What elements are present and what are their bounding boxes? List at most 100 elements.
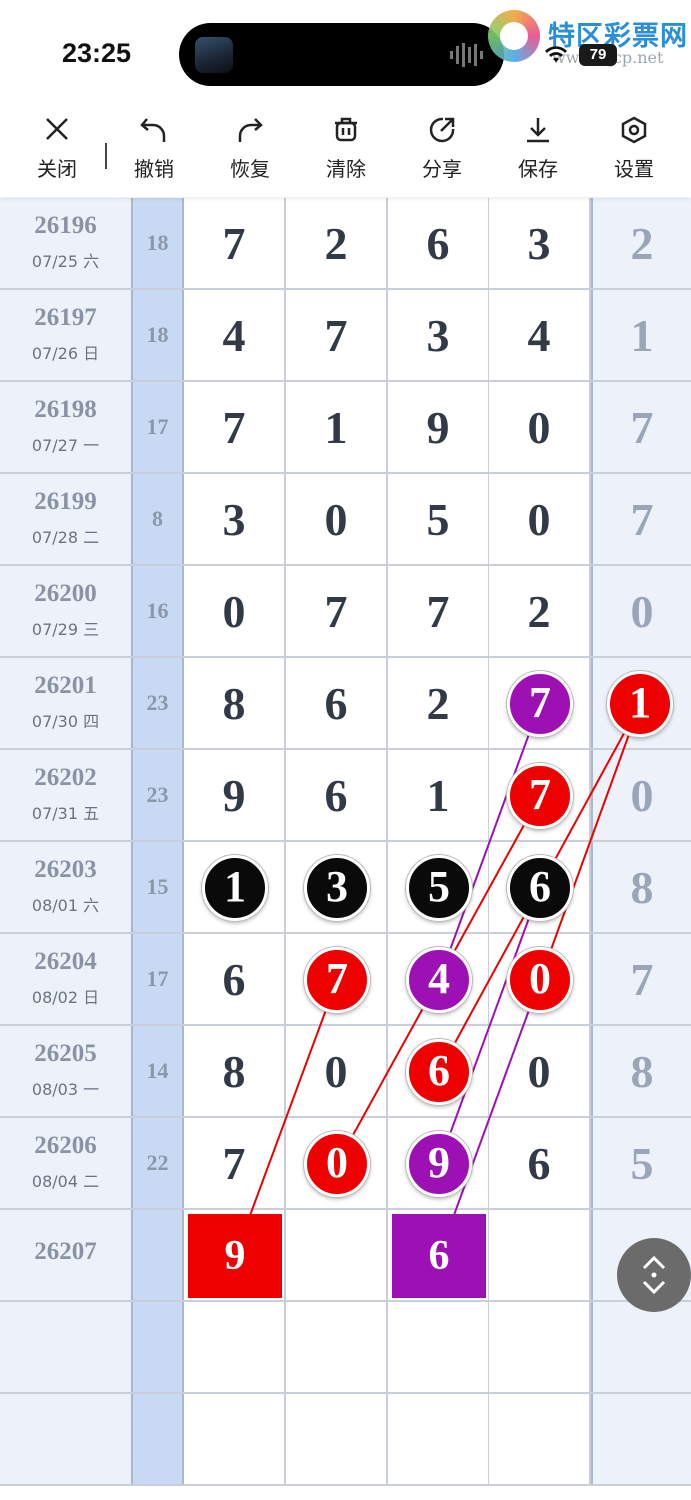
sum-value: 23 — [146, 690, 169, 715]
sum-cell — [131, 1210, 184, 1300]
digit-cell[interactable]: 9 — [184, 750, 286, 840]
digit-cell[interactable]: 1 — [388, 750, 490, 840]
digit-cell[interactable] — [388, 1302, 490, 1392]
digit-value: 2 — [527, 586, 551, 637]
digit-cell[interactable]: 9 — [388, 382, 490, 472]
digit-cell[interactable]: 3 — [388, 290, 490, 380]
digit-cell[interactable]: 6 — [286, 658, 388, 748]
trend-grid[interactable]: 26196 07/25 六 18 7 2 6 3 2 26197 07/26 日… — [0, 198, 691, 1500]
highlight-ball[interactable]: 7 — [507, 763, 573, 829]
highlight-ball[interactable]: 6 — [507, 855, 573, 921]
highlight-ball[interactable]: 3 — [304, 855, 370, 921]
digit-cell[interactable] — [388, 1394, 490, 1484]
save-button[interactable]: 保存 — [498, 115, 578, 182]
sum-cell: 17 — [131, 382, 184, 472]
digit-cell[interactable] — [184, 1302, 286, 1392]
digit-cell[interactable]: 3 — [184, 474, 286, 564]
digit-cell[interactable]: 7 — [184, 382, 286, 472]
digit-cell[interactable]: 0 — [489, 1026, 591, 1116]
settings-button[interactable]: 设置 — [594, 115, 674, 182]
digit-cell[interactable] — [489, 1302, 591, 1392]
digit-value: 7 — [324, 310, 348, 361]
digit-value: 1 — [324, 402, 348, 453]
digit-cell[interactable]: 6 — [388, 198, 490, 288]
close-button[interactable]: 关闭 — [17, 115, 97, 182]
digit-cell[interactable]: 2 — [286, 198, 388, 288]
digit-cell[interactable]: 6 — [184, 934, 286, 1024]
digit-cell[interactable] — [489, 1394, 591, 1484]
highlight-ball[interactable]: 1 — [202, 855, 268, 921]
last-value: 7 — [630, 954, 654, 1005]
table-row — [0, 1394, 691, 1486]
issue-number: 26196 — [34, 212, 97, 239]
digit-cell[interactable]: 8 — [184, 658, 286, 748]
sum-value: 16 — [146, 598, 169, 623]
issue-cell: 26206 08/04 二 — [0, 1118, 131, 1208]
digit-cell[interactable]: 7 — [286, 566, 388, 656]
digit-cell[interactable]: 0 — [489, 474, 591, 564]
digit-cell[interactable]: 2 — [388, 658, 490, 748]
clear-button[interactable]: 清除 — [306, 115, 386, 182]
issue-date: 07/25 六 — [31, 252, 100, 271]
digit-cell[interactable]: 7 — [286, 290, 388, 380]
sum-value: 14 — [146, 1058, 169, 1083]
sum-cell: 17 — [131, 934, 184, 1024]
undo-label: 撤销 — [134, 157, 174, 181]
scroll-toggle-icon — [642, 1255, 666, 1295]
digit-cell[interactable]: 0 — [489, 382, 591, 472]
digit-cell[interactable] — [286, 1302, 388, 1392]
redo-button[interactable]: 恢复 — [210, 115, 290, 182]
digit-cell[interactable]: 3 — [489, 198, 591, 288]
sum-value: 8 — [152, 506, 163, 531]
highlight-ball[interactable]: 0 — [507, 947, 573, 1013]
digit-cell[interactable]: 8 — [184, 1026, 286, 1116]
digit-cell[interactable]: 7 — [388, 566, 490, 656]
digit-cell[interactable]: 0 — [286, 1026, 388, 1116]
digit-cell[interactable]: 0 — [286, 474, 388, 564]
last-cell: 1 — [591, 290, 691, 380]
digit-cell[interactable]: 7 — [184, 198, 286, 288]
highlight-ball[interactable]: 6 — [406, 1039, 472, 1105]
digit-cell[interactable]: 7 — [184, 1118, 286, 1208]
digit-cell[interactable]: 0 — [184, 566, 286, 656]
highlight-ball[interactable]: 4 — [406, 947, 472, 1013]
undo-button[interactable]: 撤销 — [114, 115, 194, 182]
digit-cell[interactable]: 4 — [184, 290, 286, 380]
highlight-ball[interactable]: 0 — [304, 1131, 370, 1197]
digit-cell[interactable]: 5 — [388, 474, 490, 564]
battery-indicator: 79 — [579, 44, 617, 66]
table-row: 26202 07/31 五 23 9 6 1 7 0 — [0, 750, 691, 842]
highlight-ball[interactable]: 7 — [507, 671, 573, 737]
issue-date: 07/29 三 — [31, 620, 100, 639]
digit-cell[interactable]: 6 — [489, 1118, 591, 1208]
digit-value: 0 — [324, 494, 348, 545]
prediction-square[interactable]: 6 — [392, 1214, 486, 1298]
digit-cell[interactable]: 1 — [286, 382, 388, 472]
digit-cell[interactable]: 4 — [489, 290, 591, 380]
highlight-ball[interactable]: 5 — [406, 855, 472, 921]
digit-cell[interactable]: 6 — [286, 750, 388, 840]
issue-cell: 26199 07/28 二 — [0, 474, 131, 564]
dynamic-island[interactable] — [179, 23, 504, 86]
highlight-ball[interactable]: 9 — [406, 1131, 472, 1197]
table-row: 26197 07/26 日 18 4 7 3 4 1 — [0, 290, 691, 382]
digit-cell[interactable]: 2 — [489, 566, 591, 656]
digit-cell[interactable] — [286, 1394, 388, 1484]
share-button[interactable]: 分享 — [402, 115, 482, 182]
highlight-ball[interactable]: 7 — [304, 947, 370, 1013]
sum-cell: 23 — [131, 658, 184, 748]
table-row — [0, 1302, 691, 1394]
issue-cell: 26204 08/02 日 — [0, 934, 131, 1024]
watermark-logo-icon — [488, 10, 540, 62]
highlight-ball[interactable]: 1 — [607, 671, 673, 737]
scroll-toggle-button[interactable] — [617, 1238, 691, 1312]
issue-cell: 26197 07/26 日 — [0, 290, 131, 380]
prediction-square[interactable]: 9 — [188, 1214, 282, 1298]
digit-value: 7 — [324, 586, 348, 637]
digit-cell[interactable] — [184, 1394, 286, 1484]
digit-cell[interactable] — [489, 1210, 591, 1300]
digit-cell[interactable] — [286, 1210, 388, 1300]
digit-value: 2 — [426, 678, 450, 729]
toolbar-divider — [105, 143, 107, 169]
sum-cell: 18 — [131, 290, 184, 380]
